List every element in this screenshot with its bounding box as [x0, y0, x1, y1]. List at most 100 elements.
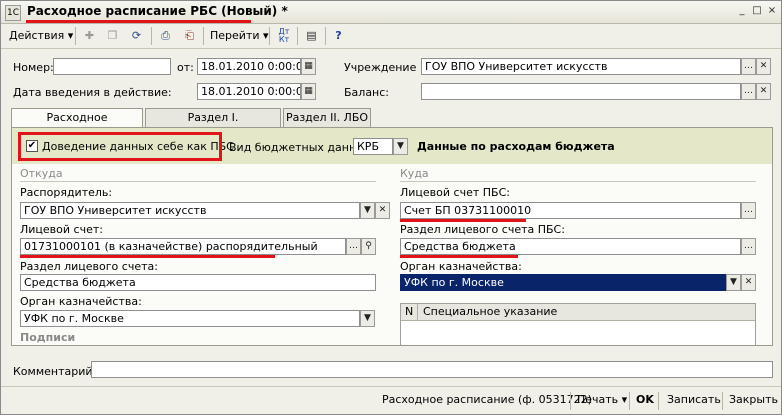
- budget-type-select[interactable]: КРБ: [353, 138, 393, 155]
- window-title: Расходное расписание РБС (Новый) *: [27, 4, 288, 18]
- toolbar: Действия ▾ ✚ ❐ ⟳ ⎙ ⎗ Перейти ▾ Дт Кт ▤ ?: [1, 24, 781, 49]
- select-button[interactable]: …: [741, 238, 756, 255]
- manager-field[interactable]: ГОУ ВПО Университет искусств: [20, 202, 360, 219]
- clear-icon[interactable]: ✕: [375, 202, 390, 219]
- chevron-down-icon: ▾: [621, 393, 628, 406]
- pbs-account-field[interactable]: Счет БП 03731100010: [400, 202, 741, 219]
- toolbar-separator: [203, 27, 204, 45]
- number-label: Номер:: [13, 61, 54, 74]
- clear-icon[interactable]: ✕: [741, 274, 756, 291]
- budget-data-title: Данные по расходам бюджета: [417, 140, 615, 153]
- toolbar-separator: [325, 27, 326, 45]
- toolbar-separator: [297, 27, 298, 45]
- treasury-label: Орган казначейства:: [20, 295, 142, 308]
- effective-date-field[interactable]: 18.01.2010 0:00:00: [197, 83, 301, 100]
- balance-field[interactable]: [421, 83, 741, 100]
- clear-icon[interactable]: ✕: [756, 83, 771, 100]
- ok-button[interactable]: OK: [636, 393, 654, 406]
- pbs-account-label: Лицевой счет ПБС:: [400, 186, 510, 199]
- account-highlight-underline: [20, 255, 275, 258]
- institution-label: Учреждение :: [344, 61, 424, 74]
- comment-label: Комментарий:: [13, 365, 97, 378]
- balance-label: Баланс:: [344, 86, 390, 99]
- report-form-button[interactable]: Расходное расписание (ф. 0531722): [382, 393, 592, 406]
- tab-appropriations[interactable]: Раздел I. Ассигнования: [145, 108, 281, 141]
- save-button[interactable]: Записать: [667, 393, 721, 406]
- account-label: Лицевой счет:: [20, 223, 103, 236]
- tab-expense-schedule[interactable]: Расходное расписание: [11, 108, 143, 141]
- document-icon[interactable]: ▤: [303, 27, 320, 44]
- chevron-down-icon[interactable]: ▼: [726, 274, 741, 291]
- title-highlight-underline: [26, 20, 251, 23]
- clear-icon[interactable]: ✕: [756, 58, 771, 75]
- pbs-section-highlight-underline: [400, 255, 518, 258]
- goto-menu[interactable]: Перейти ▾: [210, 29, 269, 42]
- grid-column-n[interactable]: N: [405, 304, 413, 320]
- from-section-title: Откуда: [20, 167, 63, 180]
- grid-header: N Специальное указание: [401, 304, 755, 321]
- institution-field[interactable]: ГОУ ВПО Университет искусств: [421, 58, 741, 75]
- to-section-title: Куда: [400, 167, 429, 180]
- maximize-button[interactable]: □: [751, 5, 763, 17]
- document-window: 1C Расходное расписание РБС (Новый) * _ …: [0, 0, 782, 415]
- grid-column-divider: [417, 304, 418, 320]
- date-field[interactable]: 18.01.2010 0:00:00: [197, 58, 301, 75]
- number-field[interactable]: [53, 58, 171, 75]
- special-instructions-grid[interactable]: N Специальное указание: [400, 303, 756, 345]
- toolbar-separator: [658, 392, 659, 410]
- print-menu[interactable]: Печать ▾: [577, 393, 627, 406]
- toolbar-separator: [629, 392, 630, 410]
- select-button[interactable]: …: [741, 83, 756, 100]
- tab-panel: ✔ Доведение данных себе как ПБС Вид бюдж…: [11, 127, 773, 346]
- pbs-treasury-label: Орган казначейства:: [400, 260, 522, 273]
- chevron-down-icon: ▾: [263, 29, 269, 42]
- calendar-icon[interactable]: ▦: [301, 83, 316, 100]
- calendar-icon[interactable]: ▦: [301, 58, 316, 75]
- account-field[interactable]: 01731000101 (в казначействе) распорядите…: [20, 238, 346, 255]
- help-button[interactable]: ?: [330, 27, 347, 44]
- chevron-down-icon[interactable]: ▼: [393, 138, 408, 155]
- minimize-button[interactable]: _: [736, 5, 748, 17]
- signatures-section-title: Подписи: [20, 331, 76, 344]
- toolbar-separator: [269, 27, 270, 45]
- toolbar-separator: [151, 27, 152, 45]
- select-button[interactable]: …: [346, 238, 361, 255]
- grid-column-special[interactable]: Специальное указание: [423, 304, 557, 320]
- post-document-icon[interactable]: ⎙: [157, 27, 174, 44]
- chevron-down-icon[interactable]: ▼: [360, 202, 375, 219]
- pbs-account-highlight-underline: [400, 219, 526, 222]
- toolbar-separator: [570, 392, 571, 410]
- actions-menu[interactable]: Действия ▾: [9, 29, 73, 42]
- search-icon[interactable]: ⚲: [361, 238, 376, 255]
- pbs-section-field[interactable]: Средства бюджета: [400, 238, 741, 255]
- app-icon: 1C: [5, 5, 21, 21]
- copy-icon[interactable]: ❐: [104, 27, 121, 44]
- section-divider: [20, 181, 376, 182]
- refresh-icon[interactable]: ⟳: [128, 27, 145, 44]
- account-section-label: Раздел лицевого счета:: [20, 260, 158, 273]
- account-section-field[interactable]: Средства бюджета: [20, 274, 376, 291]
- title-bar: 1C Расходное расписание РБС (Новый) * _ …: [1, 1, 781, 24]
- add-icon[interactable]: ✚: [81, 27, 98, 44]
- comment-field[interactable]: [91, 361, 773, 378]
- bottom-bar: Расходное расписание (ф. 0531722) Печать…: [1, 386, 781, 414]
- select-button[interactable]: …: [741, 202, 756, 219]
- manager-label: Распорядитель:: [20, 186, 113, 199]
- dt-kt-button[interactable]: Дт Кт: [274, 27, 294, 45]
- toolbar-separator: [722, 392, 723, 410]
- close-button[interactable]: Закрыть: [729, 393, 778, 406]
- select-button[interactable]: …: [741, 58, 756, 75]
- chevron-down-icon[interactable]: ▼: [360, 310, 375, 327]
- checkbox-highlight-box: [18, 132, 222, 161]
- close-window-button[interactable]: ×: [766, 5, 778, 17]
- tab-lbo[interactable]: Раздел II. ЛБО: [283, 108, 371, 127]
- unpost-document-icon[interactable]: ⎗: [181, 27, 198, 44]
- chevron-down-icon: ▾: [67, 29, 74, 42]
- pbs-section-label: Раздел лицевого счета ПБС:: [400, 223, 565, 236]
- date-from-label: от:: [177, 61, 194, 74]
- effective-date-label: Дата введения в действие:: [13, 86, 172, 99]
- pbs-treasury-field[interactable]: УФК по г. Москве: [400, 274, 726, 291]
- section-divider: [400, 181, 756, 182]
- toolbar-separator: [75, 27, 76, 45]
- treasury-field[interactable]: УФК по г. Москве: [20, 310, 360, 327]
